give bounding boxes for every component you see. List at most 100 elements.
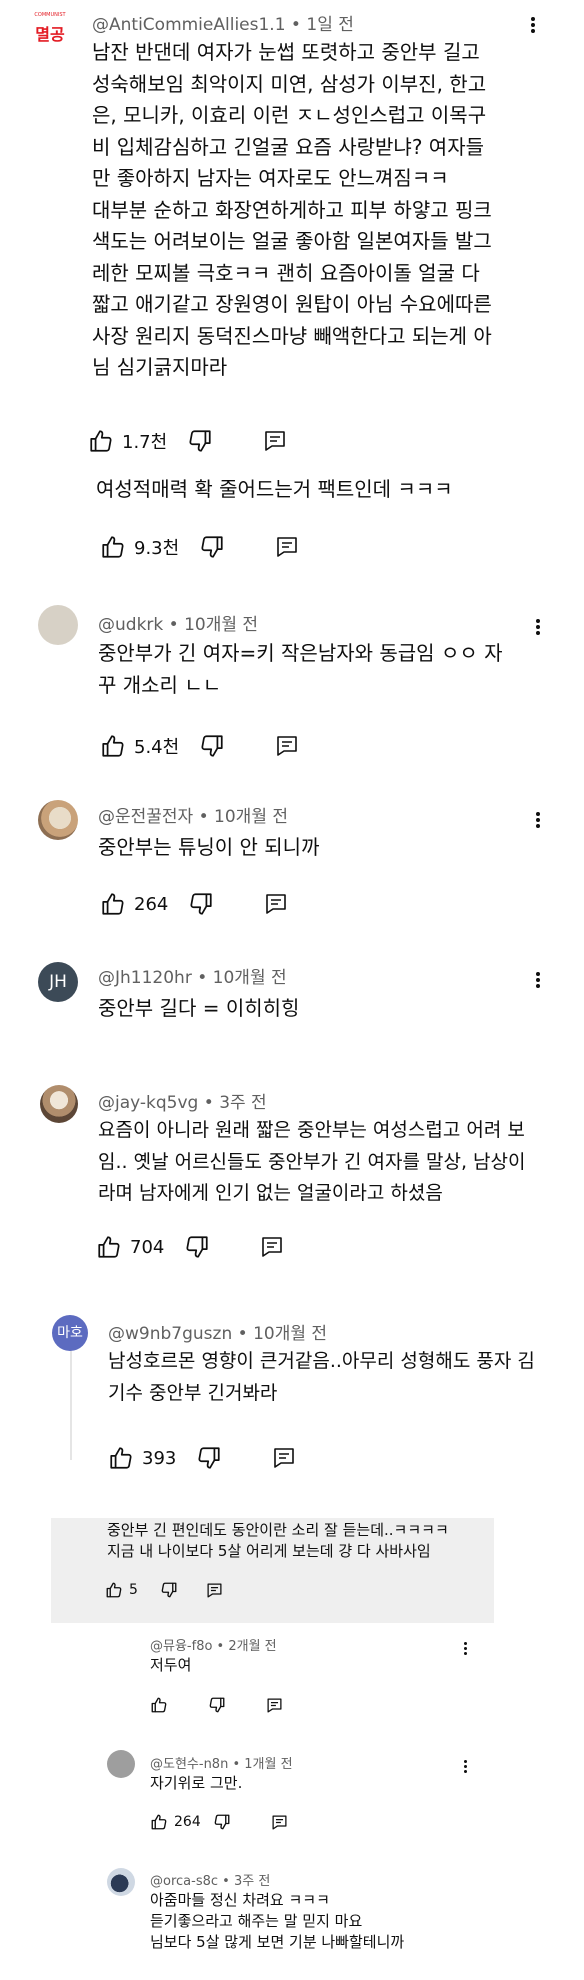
thumbs-up-icon[interactable] bbox=[100, 733, 126, 759]
thumbs-down-icon[interactable] bbox=[160, 1581, 178, 1599]
comment-meta: @뮤융-f8o • 2개월 전 bbox=[150, 1639, 277, 1654]
comment-actions: 704 bbox=[96, 1234, 284, 1260]
like-count: 9.3천 bbox=[134, 538, 180, 559]
avatar[interactable] bbox=[107, 1868, 135, 1896]
thumbs-down-icon[interactable] bbox=[199, 534, 225, 560]
reply-icon[interactable] bbox=[260, 1235, 284, 1259]
more-vert-icon[interactable] bbox=[534, 617, 542, 641]
thumbs-down-icon[interactable] bbox=[199, 733, 225, 759]
comment-time: 3주 전 bbox=[219, 1093, 267, 1113]
comment-text: 남잔 반댄데 여자가 눈썹 또렷하고 중안부 길고 성숙해보임 최악이지 미연, … bbox=[92, 40, 492, 379]
avatar-small-text: COMMUNIST bbox=[34, 12, 66, 18]
comment-author[interactable]: @AntiCommieAllies1.1 bbox=[92, 15, 286, 35]
comment-time: 10개월 전 bbox=[212, 968, 287, 988]
like-count: 264 bbox=[174, 1814, 201, 1830]
comment-meta: @Jh1120hr • 10개월 전 bbox=[98, 968, 287, 988]
comment-text: 중안부 길다 = 이히히힝 bbox=[98, 996, 300, 1020]
comment-meta: @w9nb7guszn • 10개월 전 bbox=[108, 1324, 328, 1344]
comment-text: 중안부가 긴 여자=키 작은남자와 동급임 ㅇㅇ 자꾸 개소리 ㄴㄴ bbox=[98, 641, 503, 697]
avatar[interactable] bbox=[38, 800, 78, 840]
reply-icon[interactable] bbox=[275, 535, 299, 559]
comment-text: 요즘이 아니라 원래 짧은 중안부는 여성스럽고 어려 보 임.. 옛날 어르신들… bbox=[98, 1119, 526, 1204]
avatar-logo-text: 멸공 bbox=[35, 25, 65, 44]
comment-meta: @AntiCommieAllies1.1 • 1일 전 bbox=[92, 15, 354, 35]
thumbs-down-icon[interactable] bbox=[188, 891, 214, 917]
avatar[interactable] bbox=[38, 605, 78, 645]
comment-actions: 264 bbox=[150, 1813, 288, 1831]
comment-meta: @jay-kq5vg • 3주 전 bbox=[98, 1093, 267, 1113]
thumbs-down-icon[interactable] bbox=[196, 1445, 222, 1471]
comment-actions: 5 bbox=[105, 1581, 223, 1599]
comment-meta: @운전꿀전자 • 10개월 전 bbox=[98, 807, 289, 827]
comment-author[interactable]: @도현수-n8n bbox=[150, 1757, 228, 1772]
comment-text: 중안부는 튜닝이 안 되니까 bbox=[98, 835, 320, 859]
reply-icon[interactable] bbox=[266, 1697, 283, 1714]
comment-meta: @orca-s8c • 3주 전 bbox=[150, 1874, 271, 1889]
like-count: 704 bbox=[130, 1236, 165, 1258]
avatar[interactable] bbox=[40, 1085, 78, 1123]
more-vert-icon[interactable] bbox=[462, 1640, 468, 1658]
comment-actions bbox=[150, 1696, 283, 1714]
comment-text: 자기위로 그만. bbox=[150, 1774, 243, 1792]
comment-time: 10개월 전 bbox=[214, 807, 289, 827]
comment-author[interactable]: @Jh1120hr bbox=[98, 968, 192, 988]
thumbs-down-icon[interactable] bbox=[184, 1234, 210, 1260]
thumbs-down-icon[interactable] bbox=[187, 428, 213, 454]
reply-icon[interactable] bbox=[275, 734, 299, 758]
reply-icon[interactable] bbox=[271, 1814, 288, 1831]
like-count: 1.7천 bbox=[122, 432, 168, 453]
comment-time: 1개월 전 bbox=[244, 1757, 293, 1772]
thumbs-up-icon[interactable] bbox=[88, 428, 114, 454]
thumbs-up-icon[interactable] bbox=[150, 1813, 168, 1831]
thumbs-up-icon[interactable] bbox=[105, 1581, 123, 1599]
like-count: 264 bbox=[134, 893, 169, 915]
thumbs-up-icon[interactable] bbox=[100, 534, 126, 560]
like-count: 393 bbox=[142, 1447, 177, 1469]
comment-author[interactable]: @jay-kq5vg bbox=[98, 1093, 198, 1113]
comment-actions: 264 bbox=[100, 891, 288, 917]
reply-icon[interactable] bbox=[263, 429, 287, 453]
reply-icon[interactable] bbox=[264, 892, 288, 916]
comment-author[interactable]: @뮤융-f8o bbox=[150, 1639, 212, 1654]
comment-time: 2개월 전 bbox=[228, 1639, 277, 1654]
comment-actions: 1.7천 bbox=[88, 428, 287, 454]
comment-meta: @도현수-n8n • 1개월 전 bbox=[150, 1757, 293, 1772]
avatar-initials: JH bbox=[49, 972, 67, 992]
thread-line bbox=[70, 1340, 72, 1460]
avatar[interactable]: JH bbox=[38, 962, 78, 1002]
comment-meta: @udkrk • 10개월 전 bbox=[98, 615, 259, 635]
thumbs-up-icon[interactable] bbox=[96, 1234, 122, 1260]
reply-icon[interactable] bbox=[206, 1582, 223, 1599]
comment-actions: 393 bbox=[108, 1445, 296, 1471]
comment-time: 3주 전 bbox=[233, 1874, 271, 1889]
like-count: 5.4천 bbox=[134, 737, 180, 758]
thumbs-up-icon[interactable] bbox=[100, 891, 126, 917]
comment-text: 남성호르몬 영향이 큰거같음..아무리 성형해도 풍자 김 기수 중안부 긴거봐라 bbox=[108, 1350, 535, 1404]
comment-time: 10개월 전 bbox=[184, 615, 259, 635]
reply-icon[interactable] bbox=[272, 1446, 296, 1470]
comment-time: 10개월 전 bbox=[253, 1324, 328, 1344]
comment-actions: 5.4천 bbox=[100, 733, 299, 759]
comment-text: 중안부 긴 편인데도 동안이란 소리 잘 듣는데..ㅋㅋㅋㅋ 지금 내 나이보다 … bbox=[107, 1521, 449, 1560]
avatar[interactable]: COMMUNIST 멸공 bbox=[30, 12, 70, 52]
thumbs-down-icon[interactable] bbox=[213, 1813, 231, 1831]
more-vert-icon[interactable] bbox=[529, 15, 537, 39]
comment-author[interactable]: @운전꿀전자 bbox=[98, 807, 193, 827]
comment-author[interactable]: @orca-s8c bbox=[150, 1874, 218, 1889]
thumbs-up-icon[interactable] bbox=[108, 1445, 134, 1471]
more-vert-icon[interactable] bbox=[534, 810, 542, 834]
comment-text: 저두여 bbox=[150, 1656, 192, 1674]
avatar[interactable]: 마호 bbox=[52, 1315, 88, 1351]
comment-author[interactable]: @udkrk bbox=[98, 615, 163, 635]
like-count: 5 bbox=[129, 1582, 138, 1598]
embedded-comment-box: 중안부 긴 편인데도 동안이란 소리 잘 듣는데..ㅋㅋㅋㅋ 지금 내 나이보다 … bbox=[51, 1518, 494, 1623]
more-vert-icon[interactable] bbox=[534, 970, 542, 994]
more-vert-icon[interactable] bbox=[462, 1758, 468, 1776]
comment-author[interactable]: @w9nb7guszn bbox=[108, 1324, 232, 1344]
avatar-initials: 마호 bbox=[57, 1325, 83, 1341]
thumbs-down-icon[interactable] bbox=[208, 1696, 226, 1714]
thumbs-up-icon[interactable] bbox=[150, 1696, 168, 1714]
avatar[interactable] bbox=[107, 1750, 135, 1778]
comment-actions: 9.3천 bbox=[100, 534, 299, 560]
comment-time: 1일 전 bbox=[306, 15, 354, 35]
